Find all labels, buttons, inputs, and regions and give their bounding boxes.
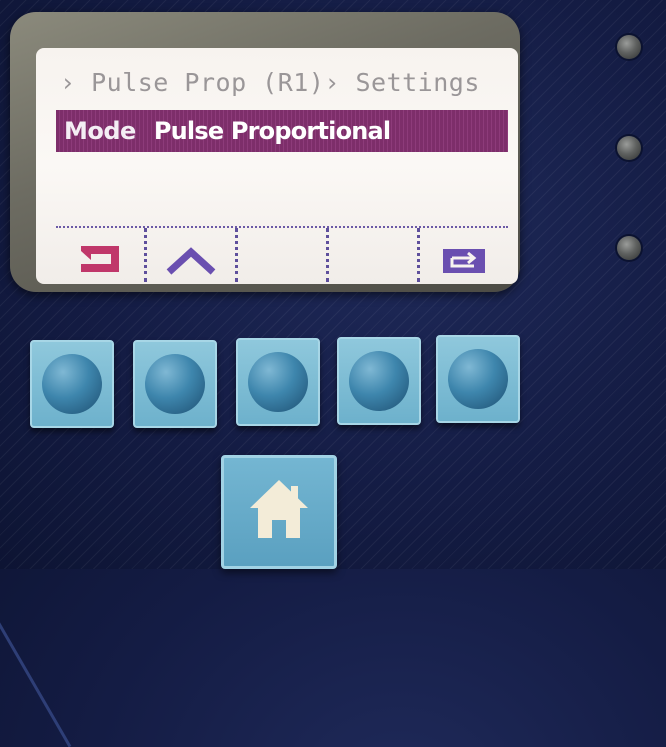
soft-button-3[interactable]	[236, 338, 320, 426]
softkey-4[interactable]	[326, 228, 417, 282]
panel-decoration	[0, 520, 72, 747]
softkey-up[interactable]	[144, 228, 235, 282]
softkey-enter[interactable]	[417, 228, 508, 282]
status-led-2	[617, 136, 641, 160]
lcd-screen: › Pulse Prop (R1)› Settings Mode Pulse P…	[36, 48, 518, 284]
soft-button-5[interactable]	[436, 335, 520, 423]
back-arrow-icon	[81, 246, 119, 272]
status-led-1	[617, 35, 641, 59]
status-led-3	[617, 236, 641, 260]
soft-button-2[interactable]	[133, 340, 217, 428]
enter-icon	[443, 249, 485, 273]
mode-label: Mode	[64, 117, 136, 145]
display-bezel: › Pulse Prop (R1)› Settings Mode Pulse P…	[10, 12, 520, 292]
home-icon	[250, 480, 308, 538]
softkey-bar	[56, 226, 508, 282]
soft-button-1[interactable]	[30, 340, 114, 428]
mode-value: Pulse Proportional	[153, 117, 391, 145]
breadcrumb: › Pulse Prop (R1)› Settings	[60, 68, 480, 97]
mode-setting-row[interactable]: Mode Pulse Proportional	[56, 110, 508, 152]
soft-button-4[interactable]	[337, 337, 421, 425]
home-button[interactable]	[221, 455, 337, 569]
softkey-3[interactable]	[235, 228, 326, 282]
softkey-back[interactable]	[56, 228, 144, 282]
chevron-up-icon	[166, 247, 216, 275]
